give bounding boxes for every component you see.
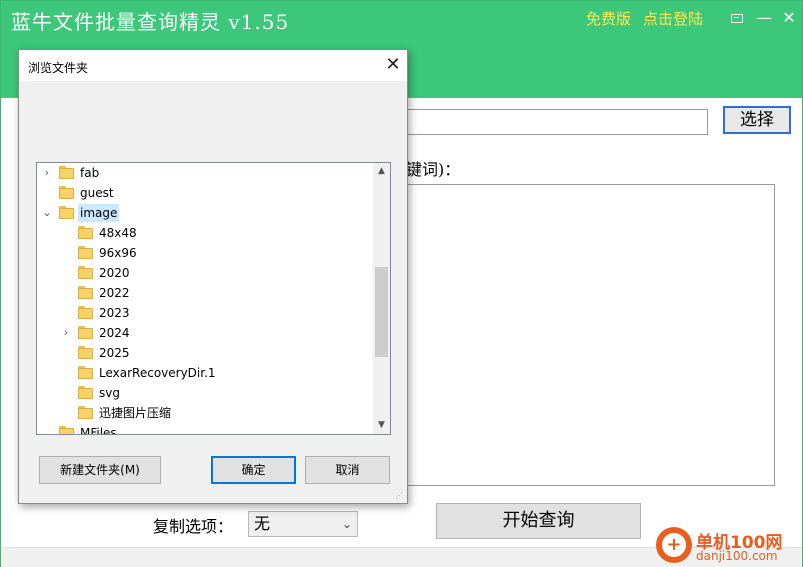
expander-placeholder xyxy=(60,386,72,400)
scroll-down-icon[interactable]: ▼ xyxy=(373,417,390,434)
expander-placeholder xyxy=(60,406,72,420)
folder-icon xyxy=(59,186,74,199)
expander-placeholder xyxy=(60,366,72,380)
tree-item-label: fab xyxy=(80,166,100,180)
folder-icon xyxy=(59,426,74,434)
tree-item[interactable]: MFiles xyxy=(37,423,372,435)
expander-placeholder xyxy=(41,186,53,200)
dialog-title: 浏览文件夹 xyxy=(28,61,89,75)
tree-item[interactable]: 2020 xyxy=(37,263,372,283)
tree-item-label: image xyxy=(78,204,120,222)
tree-item[interactable]: 2022 xyxy=(37,283,372,303)
tree-item[interactable]: guest xyxy=(37,183,372,203)
tree-item[interactable]: 48x48 xyxy=(37,223,372,243)
close-button[interactable]: ✕ xyxy=(778,7,800,29)
minimize-button[interactable]: — xyxy=(753,7,775,29)
expander-placeholder xyxy=(60,226,72,240)
tree-item[interactable]: svg xyxy=(37,383,372,403)
tree-item[interactable]: 96x96 xyxy=(37,243,372,263)
folder-icon xyxy=(78,326,93,339)
browse-folder-dialog: 浏览文件夹 ✕ › fab guest ⌄ image 48x48 96x96 2020 202… xyxy=(18,49,408,504)
tree-item-label: 96x96 xyxy=(99,246,137,260)
copy-option-value: 无 xyxy=(254,514,271,533)
start-query-button[interactable]: 开始查询 xyxy=(436,503,641,539)
keyword-label: 键词)： xyxy=(406,160,461,179)
tree-item-label: MFiles xyxy=(80,426,117,435)
copy-option-label: 复制选项： xyxy=(153,517,234,536)
tree-item-label: 迅捷图片压缩 xyxy=(99,406,172,420)
resize-grip-icon[interactable]: ⋰ xyxy=(395,491,405,501)
folder-icon xyxy=(78,366,93,379)
folder-tree[interactable]: › fab guest ⌄ image 48x48 96x96 2020 2022 2023 › 20… xyxy=(36,162,391,435)
tree-item[interactable]: › 2024 xyxy=(37,323,372,343)
folder-icon xyxy=(78,386,93,399)
tree-item-label: LexarRecoveryDir.1 xyxy=(99,366,216,380)
expander-placeholder xyxy=(60,286,72,300)
folder-icon xyxy=(78,246,93,259)
tree-item[interactable]: › fab xyxy=(37,163,372,183)
expander-placeholder xyxy=(60,266,72,280)
expand-chevron-icon[interactable]: › xyxy=(60,326,72,340)
expander-placeholder xyxy=(60,346,72,360)
folder-icon xyxy=(78,226,93,239)
tree-item-label: 2025 xyxy=(99,346,130,360)
expander-placeholder xyxy=(41,426,53,434)
tree-item[interactable]: LexarRecoveryDir.1 xyxy=(37,363,372,383)
folder-icon xyxy=(78,266,93,279)
dialog-titlebar: 浏览文件夹 ✕ xyxy=(19,50,407,81)
tree-item-label: 2023 xyxy=(99,306,130,320)
folder-icon xyxy=(59,206,74,219)
expand-chevron-icon[interactable]: › xyxy=(41,166,53,180)
scroll-thumb[interactable] xyxy=(375,267,388,357)
tree-scrollbar[interactable]: ▲ ▼ xyxy=(373,163,390,434)
scroll-up-icon[interactable]: ▲ xyxy=(373,163,390,180)
tree-item-label: guest xyxy=(80,186,114,200)
tree-item-label: 2024 xyxy=(99,326,130,340)
ok-button[interactable]: 确定 xyxy=(211,456,296,484)
tree-item[interactable]: ⌄ image xyxy=(37,203,372,223)
free-version-label: 免费版 xyxy=(586,10,632,28)
login-link[interactable]: 点击登陆 xyxy=(643,8,703,29)
choose-folder-button[interactable]: 选择 xyxy=(723,106,791,134)
watermark: + 单机100网 danji100.com xyxy=(652,525,802,567)
app-title: 蓝牛文件批量查询精灵 v1.55 xyxy=(11,10,290,34)
tree-item-label: 48x48 xyxy=(99,226,137,240)
folder-icon xyxy=(78,346,93,359)
watermark-logo-icon: + xyxy=(656,527,692,563)
tree-item[interactable]: 2023 xyxy=(37,303,372,323)
tree-item[interactable]: 迅捷图片压缩 xyxy=(37,403,372,423)
tree-item[interactable]: 2025 xyxy=(37,343,372,363)
message-icon[interactable] xyxy=(726,7,748,29)
expander-placeholder xyxy=(60,246,72,260)
expander-placeholder xyxy=(60,306,72,320)
copy-option-select[interactable]: 无 ⌄ xyxy=(248,511,358,537)
folder-icon xyxy=(59,166,74,179)
watermark-url: danji100.com xyxy=(696,549,778,563)
folder-icon xyxy=(78,286,93,299)
dialog-close-icon[interactable]: ✕ xyxy=(383,54,403,76)
new-folder-button[interactable]: 新建文件夹(M) xyxy=(39,456,161,484)
tree-item-label: svg xyxy=(99,386,120,400)
folder-icon xyxy=(78,306,93,319)
expand-chevron-icon[interactable]: ⌄ xyxy=(41,206,53,220)
folder-icon xyxy=(78,406,93,419)
tree-item-label: 2020 xyxy=(99,266,130,280)
chevron-down-icon: ⌄ xyxy=(341,517,352,531)
cancel-button[interactable]: 取消 xyxy=(305,456,390,484)
tree-item-label: 2022 xyxy=(99,286,130,300)
